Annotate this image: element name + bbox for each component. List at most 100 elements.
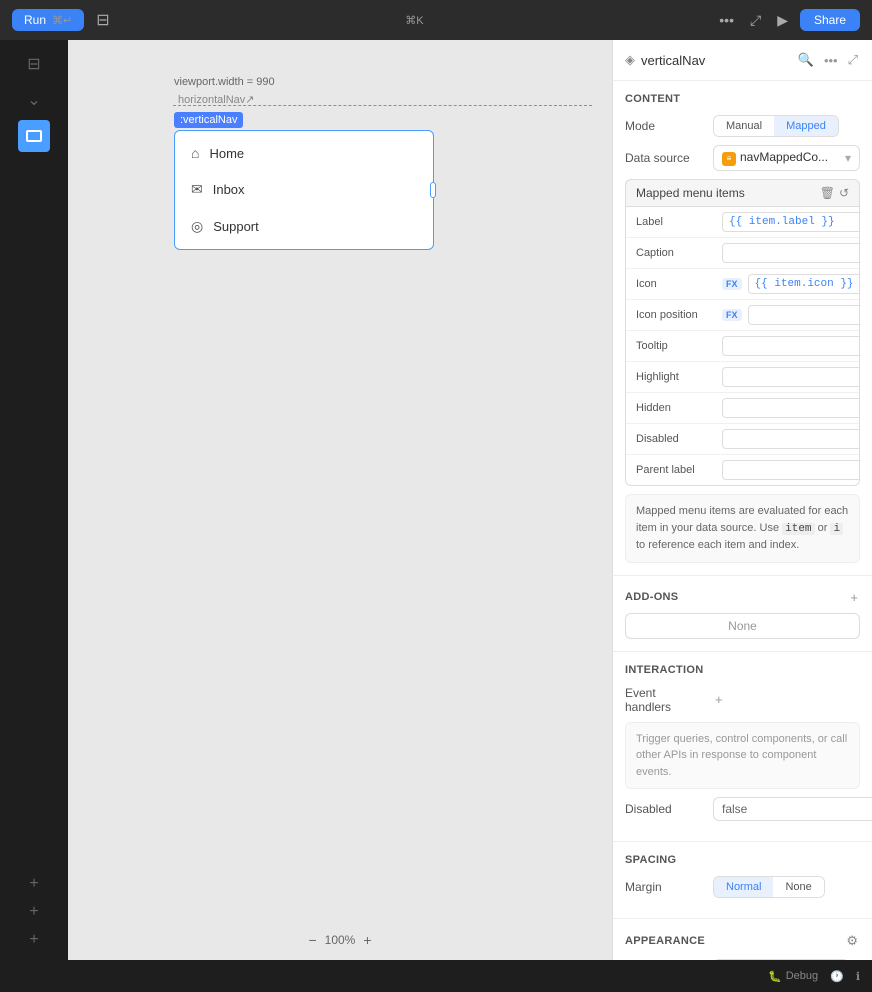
zoom-in-button[interactable]: + — [363, 932, 371, 948]
play-button[interactable]: ▶ — [773, 10, 792, 31]
addons-section: Add-ons + None — [613, 576, 872, 652]
field-icon-position-name: Icon position — [636, 309, 716, 321]
zoom-level: 100% — [325, 933, 356, 947]
field-parent-label-row: Parent label — [626, 455, 859, 485]
field-disabled-input[interactable] — [722, 429, 860, 449]
mode-row: Mode Manual Mapped — [625, 115, 860, 137]
nav-item-home-label: Home — [209, 146, 244, 161]
margin-label: Margin — [625, 880, 705, 894]
mode-mapped-button[interactable]: Mapped — [774, 116, 838, 136]
disabled-row: Disabled — [625, 797, 860, 821]
add-component-button-3[interactable]: + — [18, 928, 50, 952]
top-bar: Run ⌘↵ ⊟ ⌘K ••• ⤢ ▶ Share — [0, 0, 872, 40]
field-hidden-row: Hidden — [626, 393, 859, 424]
add-event-handler-button[interactable]: + — [713, 690, 725, 709]
margin-normal-button[interactable]: Normal — [714, 877, 773, 897]
clock-icon: 🕐 — [830, 970, 844, 983]
field-highlight-name: Highlight — [636, 371, 716, 383]
run-shortcut: ⌘↵ — [52, 14, 72, 27]
field-icon-name: Icon — [636, 278, 716, 290]
disabled-value-input[interactable] — [713, 797, 872, 821]
content-section-title: Content — [625, 93, 860, 105]
sidebar-icon-chevron[interactable]: ⊟ — [18, 48, 50, 80]
interaction-section: Interaction Event handlers + Trigger que… — [613, 652, 872, 843]
nav-item-home[interactable]: ⌂ Home — [175, 135, 433, 171]
zoom-out-button[interactable]: − — [308, 932, 316, 948]
field-highlight-input[interactable] — [722, 367, 860, 387]
field-caption-name: Caption — [636, 247, 716, 259]
appearance-settings-button[interactable]: ⚙ — [844, 931, 860, 951]
info-code-i: i — [830, 523, 843, 535]
canvas-area[interactable]: viewport.width = 990 horizontalNav↗ :ver… — [68, 40, 612, 960]
debug-item[interactable]: 🐛 Debug — [768, 970, 818, 983]
resize-handle[interactable] — [428, 180, 438, 200]
icon-position-fx-badge: FX — [722, 309, 742, 321]
icon-fx-badge: FX — [722, 278, 742, 290]
data-source-select[interactable]: ≡navMappedCo... ▾ — [713, 145, 860, 171]
content-section: Content Mode Manual Mapped Data source ≡… — [613, 81, 872, 576]
margin-none-button[interactable]: None — [773, 877, 823, 897]
nav-item-inbox-label: Inbox — [213, 182, 245, 197]
panel-title: verticalNav — [641, 53, 790, 68]
field-parent-label-name: Parent label — [636, 464, 716, 476]
field-icon-position-input[interactable] — [748, 305, 860, 325]
event-handlers-placeholder: Trigger queries, control components, or … — [625, 722, 860, 790]
field-tooltip-row: Tooltip — [626, 331, 859, 362]
db-icon: ≡ — [722, 152, 736, 166]
field-disabled-row: Disabled — [626, 424, 859, 455]
nav-item-inbox[interactable]: ✉ Inbox — [175, 171, 433, 208]
panel-more-button[interactable]: ••• — [822, 51, 840, 70]
mode-label: Mode — [625, 119, 705, 133]
more-options-button[interactable]: ••• — [715, 10, 738, 30]
mode-manual-button[interactable]: Manual — [714, 116, 774, 136]
top-bar-center: ⌘K — [405, 14, 423, 27]
field-label-row: Label — [626, 207, 859, 238]
field-icon-input[interactable] — [748, 274, 860, 294]
refresh-mapped-button[interactable]: ↺ — [839, 186, 849, 200]
canvas-indicator — [18, 120, 50, 152]
addons-row: Add-ons + — [625, 588, 860, 607]
bug-icon: 🐛 — [768, 970, 782, 983]
field-caption-input[interactable] — [722, 243, 860, 263]
panel-search-button[interactable]: 🔍 — [796, 50, 816, 70]
info-text-3: to reference each item and index. — [636, 539, 799, 551]
component-icon: ◈ — [625, 52, 635, 68]
field-hidden-input[interactable] — [722, 398, 860, 418]
history-item[interactable]: 🕐 — [830, 970, 844, 983]
field-parent-label-input[interactable] — [722, 460, 860, 480]
inbox-icon: ✉ — [191, 181, 203, 198]
nav-item-support[interactable]: ◎ Support — [175, 208, 433, 245]
mapped-items-header: Mapped menu items 🗑 ↺ — [625, 179, 860, 207]
event-handlers-label: Event handlers — [625, 686, 705, 714]
fields-table: Label Caption Icon FX Icon position — [625, 207, 860, 486]
info-code-item: item — [782, 523, 814, 535]
debug-label: Debug — [786, 970, 818, 982]
canvas-zoom-controls: − 100% + — [308, 932, 371, 948]
expand-button[interactable]: ⤢ — [746, 10, 765, 31]
sidebar-icon-dropdown[interactable]: ⌄ — [18, 84, 50, 116]
add-addon-button[interactable]: + — [848, 588, 860, 607]
main-layout: ⊟ ⌄ + + + viewport.width = 990 horizonta… — [0, 40, 872, 960]
field-tooltip-input[interactable] — [722, 336, 860, 356]
add-component-button-2[interactable]: + — [18, 900, 50, 924]
field-label-input[interactable] — [722, 212, 860, 232]
vertical-nav-label[interactable]: :verticalNav — [174, 112, 243, 128]
delete-mapped-button[interactable]: 🗑 — [820, 186, 835, 200]
panel-expand-button[interactable]: ⤢ — [846, 50, 860, 70]
mapped-info-box: Mapped menu items are evaluated for each… — [625, 494, 860, 563]
nav-component[interactable]: ⌂ Home ✉ Inbox ◎ Support — [174, 130, 434, 250]
field-tooltip-name: Tooltip — [636, 340, 716, 352]
info-item[interactable]: ℹ — [856, 970, 860, 983]
left-sidebar: ⊟ ⌄ + + + — [0, 40, 68, 960]
support-icon: ◎ — [191, 218, 203, 235]
field-disabled-name: Disabled — [636, 433, 716, 445]
addons-label: Add-ons — [625, 591, 678, 603]
nav-item-support-label: Support — [213, 219, 259, 234]
add-component-button-1[interactable]: + — [18, 872, 50, 896]
bottom-bar: 🐛 Debug 🕐 ℹ — [0, 960, 872, 992]
share-button[interactable]: Share — [800, 9, 860, 31]
run-button[interactable]: Run ⌘↵ — [12, 9, 84, 31]
spacing-title: Spacing — [625, 854, 860, 866]
dashed-separator — [173, 105, 592, 106]
mapped-items-label: Mapped menu items — [636, 186, 745, 200]
